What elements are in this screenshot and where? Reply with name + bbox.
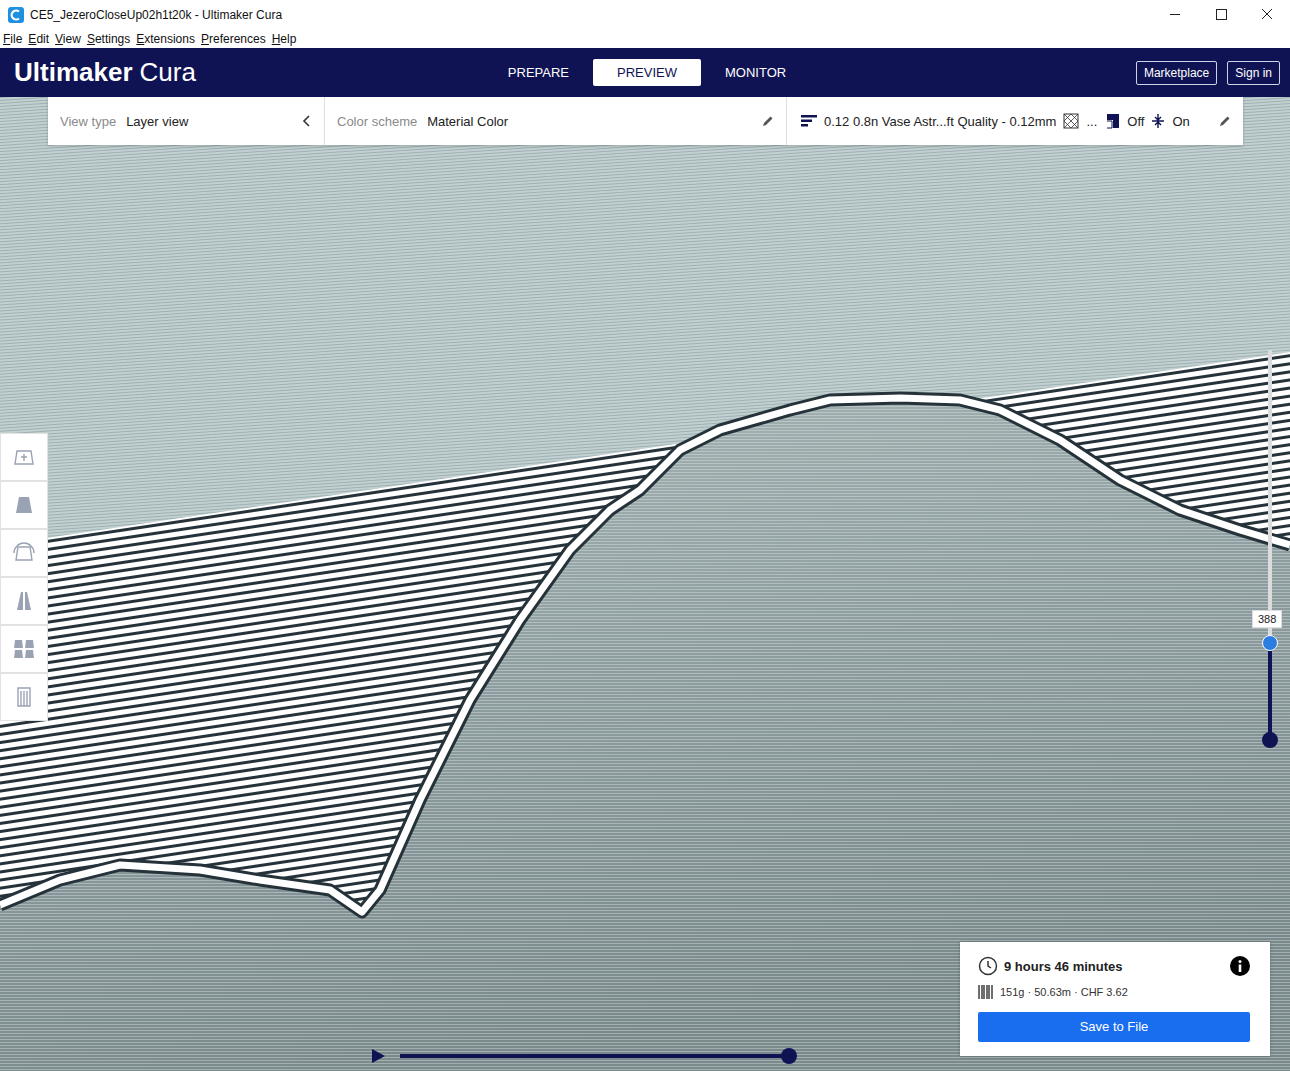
collapse-chevron-icon[interactable]	[302, 115, 312, 127]
menu-item[interactable]: Extensions	[136, 32, 195, 46]
color-scheme-value: Material Color	[427, 114, 508, 129]
save-to-file-button[interactable]: Save to File	[978, 1012, 1250, 1042]
layer-slider-fill	[1268, 643, 1272, 741]
view-type-selector[interactable]: View type Layer view	[48, 97, 325, 145]
view-toolbar: View type Layer view Color scheme Material …	[48, 97, 1243, 145]
header-bar: UltimakerCuraPREPAREPREVIEWMONITORMarket…	[0, 48, 1290, 97]
profile-name: 0.12 0.8n Vase Astr...ft Quality - 0.12m…	[824, 114, 1056, 129]
info-icon[interactable]	[1230, 956, 1250, 976]
menu-item[interactable]: File	[3, 32, 22, 46]
support-blocker-icon	[12, 685, 36, 709]
material-usage: 151g · 50.63m · CHF 3.62	[1000, 986, 1128, 998]
tool-button[interactable]	[0, 577, 48, 625]
stage-tab[interactable]: PREPARE	[484, 59, 593, 86]
minimize-icon[interactable]	[1152, 0, 1198, 30]
terrain-model	[0, 398, 1290, 1071]
menu-item[interactable]: View	[55, 32, 81, 46]
print-time: 9 hours 46 minutes	[1004, 959, 1122, 974]
path-slider-handle[interactable]	[781, 1048, 797, 1064]
stage-tab[interactable]: MONITOR	[701, 59, 810, 86]
menu-item[interactable]: Help	[272, 32, 297, 46]
adhesion-value: On	[1172, 114, 1189, 129]
pencil-icon[interactable]	[762, 115, 774, 127]
tool-button[interactable]	[0, 481, 48, 529]
tool-button[interactable]	[0, 529, 48, 577]
stage-tab[interactable]: PREVIEW	[593, 59, 701, 86]
print-settings-selector[interactable]: 0.12 0.8n Vase Astr...ft Quality - 0.12m…	[787, 97, 1243, 145]
mirror-icon	[12, 589, 36, 613]
tool-panel	[0, 433, 48, 721]
clock-icon	[978, 956, 998, 976]
stage-tabs: PREPAREPREVIEWMONITOR	[484, 59, 810, 86]
upper-layer-handle[interactable]	[1262, 635, 1278, 651]
layer-lines	[0, 352, 1290, 1071]
infill-icon	[1063, 113, 1079, 129]
color-scheme-label: Color scheme	[337, 114, 417, 129]
terrain-texture	[0, 398, 1290, 1071]
menu-item[interactable]: Edit	[28, 32, 49, 46]
scale-icon	[12, 493, 36, 517]
infill-value: ...	[1086, 114, 1097, 129]
pencil-icon[interactable]	[1219, 115, 1231, 127]
layer-preview-scene[interactable]	[0, 97, 1290, 1071]
path-slider-fill	[400, 1054, 789, 1058]
path-slider[interactable]	[400, 1054, 789, 1058]
build-plate	[0, 97, 1290, 1071]
layer-number[interactable]: 388	[1252, 610, 1282, 628]
current-layer-line	[0, 398, 1290, 912]
lower-layer-handle[interactable]	[1262, 732, 1278, 748]
print-info-card: 9 hours 46 minutes 151g · 50.63m · CHF 3.…	[960, 942, 1270, 1056]
rotate-icon	[12, 541, 36, 565]
per-model-icon	[12, 637, 36, 661]
menu-item[interactable]: Settings	[87, 32, 130, 46]
ridge-outline	[0, 398, 1290, 912]
header-button[interactable]: Marketplace	[1136, 61, 1217, 85]
layer-slider-track: 388	[1268, 350, 1272, 740]
filament-icon	[978, 984, 994, 1000]
logo-brand: Ultimaker	[14, 57, 133, 88]
header-button[interactable]: Sign in	[1227, 61, 1280, 85]
cura-window: CE5_JezeroCloseUp02h1t20k - Ultimaker Cu…	[0, 0, 1290, 1071]
play-icon[interactable]	[370, 1048, 386, 1064]
view-type-label: View type	[60, 114, 116, 129]
maximize-icon[interactable]	[1198, 0, 1244, 30]
move-icon	[12, 445, 36, 469]
cura-logo: UltimakerCura	[14, 57, 484, 88]
menu-bar: File Edit View Settings Extensions Preference…	[0, 30, 1290, 48]
cura-logo-icon	[8, 7, 24, 23]
window-title: CE5_JezeroCloseUp02h1t20k - Ultimaker Cu…	[30, 8, 282, 22]
tool-button[interactable]	[0, 625, 48, 673]
window-controls	[1152, 0, 1290, 30]
tool-button[interactable]	[0, 433, 48, 481]
support-icon	[1104, 113, 1120, 129]
layer-slider[interactable]: 388	[1268, 350, 1272, 740]
logo-product: Cura	[140, 57, 196, 88]
print-time-row: 9 hours 46 minutes	[978, 956, 1250, 976]
title-bar: CE5_JezeroCloseUp02h1t20k - Ultimaker Cu…	[0, 0, 1290, 30]
support-value: Off	[1127, 114, 1144, 129]
view-type-value: Layer view	[126, 114, 188, 129]
color-scheme-selector[interactable]: Color scheme Material Color	[325, 97, 787, 145]
header-buttons: Marketplace Sign in	[810, 61, 1280, 85]
menu-item[interactable]: Preferences	[201, 32, 266, 46]
adhesion-icon	[1151, 113, 1165, 129]
profile-icon	[801, 114, 817, 128]
material-row: 151g · 50.63m · CHF 3.62	[978, 984, 1250, 1000]
close-icon[interactable]	[1244, 0, 1290, 30]
layer-viewport[interactable]: View type Layer view Color scheme Material …	[0, 97, 1290, 1071]
playback-bar	[370, 1048, 789, 1064]
tool-button[interactable]	[0, 673, 48, 721]
